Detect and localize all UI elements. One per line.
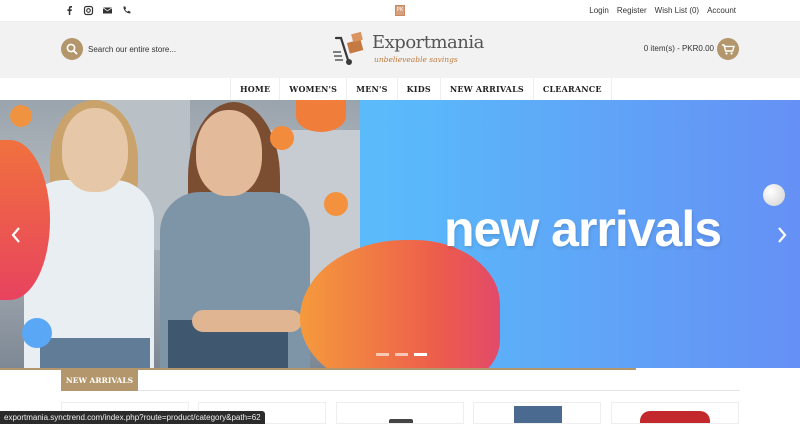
search-input[interactable] — [88, 41, 228, 57]
section-rule — [138, 390, 740, 391]
top-bar: PK Login Register Wish List (0) Account — [0, 0, 800, 22]
slider-dot-active[interactable] — [414, 353, 427, 356]
product-card[interactable] — [473, 402, 601, 424]
browser-status-url: exportmania.synctrend.com/index.php?rout… — [0, 411, 265, 424]
decorative-blob — [324, 192, 348, 216]
decorative-ball — [763, 184, 785, 206]
section-title: NEW ARRIVALS — [61, 370, 138, 391]
language-flag-icon[interactable]: PK — [395, 5, 405, 16]
decorative-blob — [296, 100, 346, 132]
logo-tagline: unbelieveable savings — [374, 55, 458, 64]
site-logo[interactable]: Exportmania unbelieveable savings — [332, 30, 484, 70]
product-card[interactable] — [336, 402, 464, 424]
logo-title: Exportmania — [372, 32, 484, 53]
search-icon — [66, 43, 78, 55]
hero-banner[interactable]: new arrivals — [0, 100, 800, 368]
decorative-blob — [10, 105, 32, 127]
wishlist-link[interactable]: Wish List (0) — [655, 6, 699, 15]
product-card[interactable] — [611, 402, 739, 424]
shopping-cart-icon — [722, 44, 735, 55]
cart-button[interactable] — [717, 38, 739, 60]
email-icon[interactable] — [102, 5, 113, 16]
account-links: Login Register Wish List (0) Account — [589, 6, 736, 15]
account-link[interactable]: Account — [707, 6, 736, 15]
product-image — [514, 406, 562, 423]
nav-mens[interactable]: MEN'S — [347, 78, 398, 100]
banner-headline: new arrivals — [444, 201, 722, 257]
slider-dot[interactable] — [395, 353, 408, 356]
social-links — [64, 5, 132, 16]
product-image — [640, 411, 710, 423]
login-link[interactable]: Login — [589, 6, 609, 15]
phone-icon[interactable] — [121, 5, 132, 16]
nav-clearance[interactable]: CLEARANCE — [534, 78, 611, 100]
slider-prev-arrow-icon[interactable] — [10, 226, 24, 244]
facebook-icon[interactable] — [64, 5, 75, 16]
nav-home[interactable]: HOME — [231, 78, 281, 100]
header: Exportmania unbelieveable savings 0 item… — [0, 22, 800, 78]
register-link[interactable]: Register — [617, 6, 647, 15]
nav-new-arrivals[interactable]: NEW ARRIVALS — [441, 78, 534, 100]
cart-summary[interactable]: 0 item(s) - PKR0.00 — [644, 44, 714, 53]
slider-next-arrow-icon[interactable] — [776, 226, 790, 244]
instagram-icon[interactable] — [83, 5, 94, 16]
decorative-blob — [22, 318, 52, 348]
product-image — [389, 419, 413, 423]
hand-truck-icon — [333, 32, 364, 65]
search-button[interactable] — [61, 38, 83, 60]
nav-womens[interactable]: WOMEN'S — [280, 78, 348, 100]
slider-dot[interactable] — [376, 353, 389, 356]
main-navigation: HOME WOMEN'S MEN'S KIDS NEW ARRIVALS CLE… — [0, 78, 800, 100]
nav-kids[interactable]: KIDS — [398, 78, 441, 100]
slider-pagination — [376, 353, 427, 356]
decorative-blob — [270, 126, 294, 150]
